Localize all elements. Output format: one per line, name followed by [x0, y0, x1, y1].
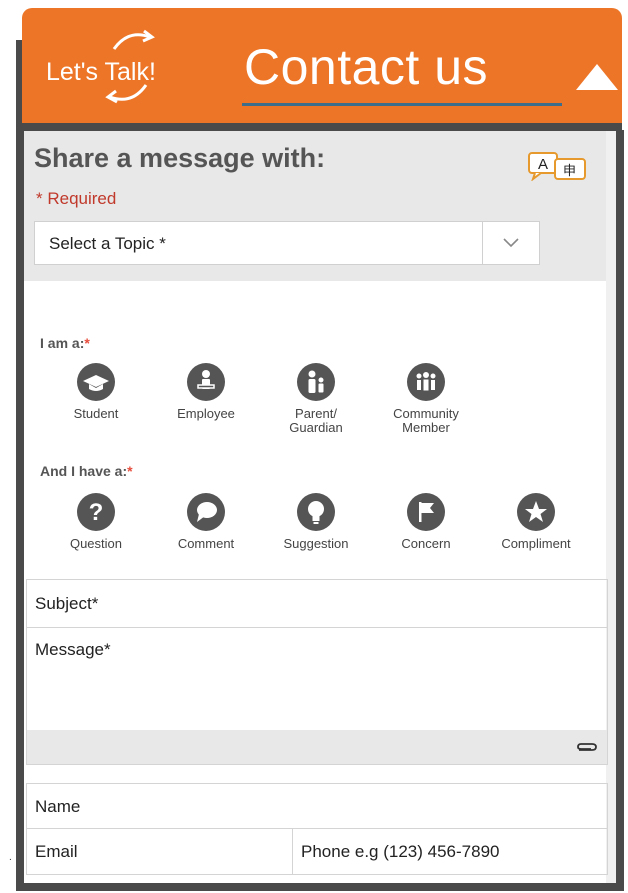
- translate-icon[interactable]: A 申: [527, 151, 591, 181]
- role-option-label: Employee: [177, 406, 235, 421]
- frame-left-border: [16, 40, 24, 890]
- message-field[interactable]: Message*: [27, 628, 607, 730]
- role-option-community-member[interactable]: Community Member: [381, 363, 471, 435]
- email-field[interactable]: Email: [27, 829, 293, 874]
- type-option-suggestion[interactable]: Suggestion: [271, 493, 361, 551]
- type-option-label: Question: [69, 536, 123, 551]
- contact-info-box: Name Email Phone e.g (123) 456-7890: [26, 783, 608, 875]
- triangle-up-icon[interactable]: [574, 60, 620, 92]
- role-group-label-text: I am a:: [40, 335, 85, 351]
- svg-text:A: A: [538, 156, 548, 173]
- type-option-label: Comment: [177, 536, 235, 551]
- scrollbar[interactable]: [606, 131, 616, 883]
- name-field[interactable]: Name: [27, 784, 607, 829]
- role-group-label: I am a:*: [40, 335, 90, 351]
- role-option-label: Community Member: [393, 406, 459, 435]
- title-underline: [242, 103, 562, 106]
- employee-icon: [197, 370, 215, 389]
- required-star: *: [127, 463, 133, 479]
- page-title: Contact us: [244, 39, 489, 95]
- role-option-label: Parent/ Guardian: [289, 406, 343, 435]
- message-placeholder: Message*: [35, 640, 111, 659]
- topic-select[interactable]: Select a Topic *: [34, 221, 540, 265]
- role-option-label: Student: [73, 406, 119, 421]
- paperclip-icon[interactable]: [575, 739, 599, 755]
- frame-right-border: [616, 130, 624, 890]
- frame-bottom-border: [16, 883, 624, 891]
- logo-arrow-bottom-icon: [105, 84, 148, 104]
- star-icon: [525, 501, 547, 522]
- type-group-label: And I have a:*: [40, 463, 133, 479]
- parent-child-icon: [308, 370, 324, 393]
- role-option-employee[interactable]: Employee: [161, 363, 251, 421]
- svg-text:?: ?: [89, 499, 104, 526]
- email-placeholder: Email: [35, 842, 78, 861]
- type-group-label-text: And I have a:: [40, 463, 128, 479]
- required-star: *: [84, 335, 90, 351]
- logo-arrow-top-icon: [112, 29, 155, 50]
- role-option-parent-guardian[interactable]: Parent/ Guardian: [271, 363, 361, 435]
- speech-bubble-icon: [197, 502, 217, 522]
- role-option-student[interactable]: Student: [51, 363, 141, 421]
- topic-dropdown-button[interactable]: [482, 222, 539, 264]
- subject-field[interactable]: Subject*: [27, 580, 607, 628]
- form-heading: Share a message with:: [34, 143, 326, 173]
- topic-select-value: Select a Topic *: [49, 234, 166, 253]
- name-placeholder: Name: [35, 797, 81, 816]
- header-divider: [22, 123, 622, 131]
- phone-field[interactable]: Phone e.g (123) 456-7890: [293, 829, 607, 874]
- subject-placeholder: Subject*: [35, 594, 99, 613]
- type-option-label: Compliment: [501, 536, 571, 551]
- contact-form-panel: Share a message with: A 申 * Required Sel…: [24, 131, 616, 883]
- type-option-comment[interactable]: Comment: [161, 493, 251, 551]
- type-option-concern[interactable]: Concern: [381, 493, 471, 551]
- phone-placeholder: Phone e.g (123) 456-7890: [301, 842, 500, 861]
- stray-dot: .: [9, 852, 12, 863]
- type-option-label: Suggestion: [283, 536, 349, 551]
- question-icon: ?: [89, 499, 104, 526]
- chevron-down-icon: [503, 238, 519, 248]
- lightbulb-icon: [308, 501, 324, 524]
- svg-text:申: 申: [563, 164, 576, 179]
- type-option-question[interactable]: ? Question: [51, 493, 141, 551]
- attachment-bar: [27, 730, 607, 764]
- flag-icon: [419, 502, 434, 522]
- people-group-icon: [416, 372, 436, 391]
- graduation-cap-icon: [83, 375, 109, 391]
- type-option-compliment[interactable]: Compliment: [491, 493, 581, 551]
- message-box: Subject* Message*: [26, 579, 608, 765]
- type-option-label: Concern: [401, 536, 451, 551]
- required-note: * Required: [36, 189, 117, 208]
